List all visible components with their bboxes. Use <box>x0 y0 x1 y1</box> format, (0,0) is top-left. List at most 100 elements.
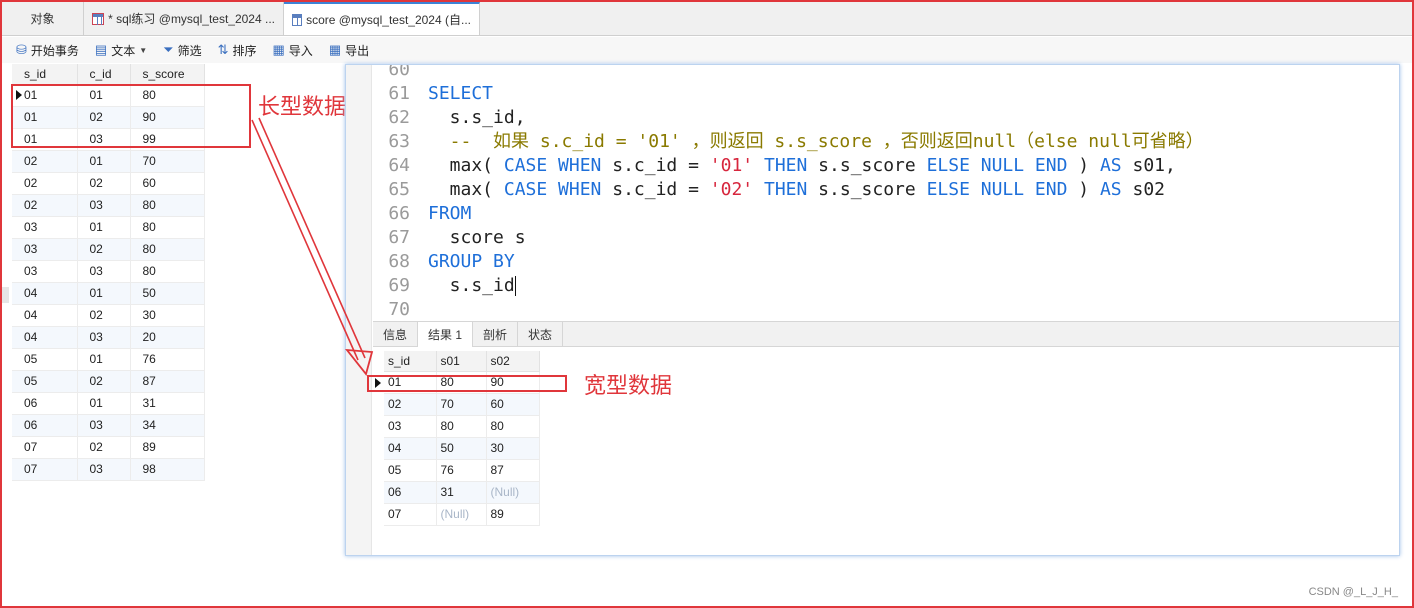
table-row[interactable]: 04 02 30 <box>12 304 205 327</box>
table-cell[interactable]: 80 <box>486 415 540 438</box>
table-cell[interactable]: 80 <box>130 260 205 283</box>
table-cell[interactable]: 04 <box>12 282 78 305</box>
table-row[interactable]: 03 02 80 <box>12 238 205 261</box>
code-line[interactable]: 69 s.s_id <box>376 274 1204 298</box>
code-line[interactable]: 67 score s <box>376 226 1204 250</box>
filter-button[interactable]: ⏷ 筛选 <box>163 42 201 59</box>
table-cell[interactable]: 02 <box>12 150 78 173</box>
table-cell[interactable]: 03 <box>12 260 78 283</box>
tab-score-table[interactable]: score @mysql_test_2024 (自... <box>284 2 480 35</box>
table-row[interactable]: 02 02 60 <box>12 172 205 195</box>
table-cell[interactable]: 03 <box>12 238 78 261</box>
begin-transaction-button[interactable]: ⛁ 开始事务 <box>16 42 79 59</box>
table-cell[interactable]: 03 <box>77 326 131 349</box>
table-cell[interactable]: 06 <box>12 392 78 415</box>
table-cell[interactable]: 06 <box>12 414 78 437</box>
column-header-s-score[interactable]: s_score <box>130 64 205 85</box>
table-cell[interactable]: 02 <box>12 194 78 217</box>
table-cell[interactable]: 03 <box>77 414 131 437</box>
table-cell[interactable]: 06 <box>384 481 437 504</box>
code-line[interactable]: 60 <box>376 65 1204 82</box>
tab-result-1[interactable]: 结果 1 <box>418 322 474 347</box>
table-cell[interactable]: 02 <box>12 172 78 195</box>
table-cell[interactable]: 02 <box>384 393 437 416</box>
table-cell[interactable]: 80 <box>130 216 205 239</box>
column-header-c-id[interactable]: c_id <box>77 64 131 85</box>
table-cell[interactable]: 02 <box>77 370 131 393</box>
table-cell[interactable]: 01 <box>77 150 131 173</box>
table-cell[interactable]: (Null) <box>486 481 540 504</box>
table-cell[interactable]: 80 <box>436 415 487 438</box>
tab-profile[interactable]: 剖析 <box>473 322 519 347</box>
table-cell[interactable]: 76 <box>436 459 487 482</box>
table-cell[interactable]: 20 <box>130 326 205 349</box>
table-row[interactable]: 05 02 87 <box>12 370 205 393</box>
table-cell[interactable]: 31 <box>436 481 487 504</box>
table-cell[interactable]: 04 <box>12 326 78 349</box>
code-line[interactable]: 65 max( CASE WHEN s.c_id = '02' THEN s.s… <box>376 178 1204 202</box>
table-cell[interactable]: 05 <box>384 459 437 482</box>
table-cell[interactable]: 03 <box>12 216 78 239</box>
import-button[interactable]: ▦ 导入 <box>273 42 313 59</box>
tab-status[interactable]: 状态 <box>518 322 564 347</box>
code-line[interactable]: 63 -- 如果 s.c_id = '01' ，则返回 s.s_score ，否… <box>376 130 1203 154</box>
table-cell[interactable]: (Null) <box>436 503 487 526</box>
table-cell[interactable]: 05 <box>12 370 78 393</box>
tab-sql-query[interactable]: * sql练习 @mysql_test_2024 ... <box>84 2 284 35</box>
table-row[interactable]: 06 31 (Null) <box>384 481 540 504</box>
table-row[interactable]: 02 70 60 <box>384 393 540 416</box>
code-line[interactable]: 64 max( CASE WHEN s.c_id = '01' THEN s.s… <box>376 154 1204 178</box>
table-cell[interactable]: 50 <box>436 437 487 460</box>
table-row[interactable]: 07 (Null) 89 <box>384 503 540 526</box>
table-cell[interactable]: 89 <box>486 503 540 526</box>
table-cell[interactable]: 31 <box>130 392 205 415</box>
table-cell[interactable]: 07 <box>384 503 437 526</box>
text-button[interactable]: ▤ 文本 ▼ <box>95 42 147 59</box>
table-cell[interactable]: 60 <box>130 172 205 195</box>
table-cell[interactable]: 30 <box>486 437 540 460</box>
tab-objects[interactable]: 对象 <box>2 2 84 35</box>
table-cell[interactable]: 02 <box>77 238 131 261</box>
table-cell[interactable]: 03 <box>77 194 131 217</box>
table-cell[interactable]: 01 <box>77 216 131 239</box>
table-cell[interactable]: 76 <box>130 348 205 371</box>
table-row[interactable]: 04 03 20 <box>12 326 205 349</box>
table-row[interactable]: 02 03 80 <box>12 194 205 217</box>
table-row[interactable]: 05 76 87 <box>384 459 540 482</box>
table-cell[interactable]: 70 <box>130 150 205 173</box>
table-row[interactable]: 03 01 80 <box>12 216 205 239</box>
table-row[interactable]: 05 01 76 <box>12 348 205 371</box>
table-cell[interactable]: 01 <box>77 348 131 371</box>
column-header-s-id[interactable]: s_id <box>384 351 437 372</box>
table-row[interactable]: 03 80 80 <box>384 415 540 438</box>
table-cell[interactable]: 70 <box>436 393 487 416</box>
table-cell[interactable]: 89 <box>130 436 205 459</box>
table-cell[interactable]: 01 <box>77 282 131 305</box>
table-cell[interactable]: 07 <box>12 436 78 459</box>
table-cell[interactable]: 98 <box>130 458 205 481</box>
table-cell[interactable]: 30 <box>130 304 205 327</box>
table-cell[interactable]: 50 <box>130 282 205 305</box>
table-cell[interactable]: 03 <box>384 415 437 438</box>
table-cell[interactable]: 01 <box>77 392 131 415</box>
table-row[interactable]: 04 50 30 <box>384 437 540 460</box>
table-cell[interactable]: 60 <box>486 393 540 416</box>
column-header-s-id[interactable]: s_id <box>12 64 78 85</box>
table-row[interactable]: 02 01 70 <box>12 150 205 173</box>
export-button[interactable]: ▦ 导出 <box>329 42 369 59</box>
table-row[interactable]: 03 03 80 <box>12 260 205 283</box>
column-header-s02[interactable]: s02 <box>486 351 540 372</box>
table-cell[interactable]: 03 <box>77 458 131 481</box>
table-row[interactable]: 06 03 34 <box>12 414 205 437</box>
table-row[interactable]: 07 02 89 <box>12 436 205 459</box>
table-row[interactable]: 06 01 31 <box>12 392 205 415</box>
table-cell[interactable]: 87 <box>486 459 540 482</box>
table-cell[interactable]: 80 <box>130 238 205 261</box>
table-cell[interactable]: 80 <box>130 194 205 217</box>
table-cell[interactable]: 87 <box>130 370 205 393</box>
sql-code[interactable]: 60 61 SELECT 62 s.s_id, 63 -- 如果 s.c_id = '0… <box>376 65 1204 322</box>
table-row[interactable]: 04 01 50 <box>12 282 205 305</box>
table-cell[interactable]: 34 <box>130 414 205 437</box>
table-cell[interactable]: 04 <box>384 437 437 460</box>
code-line[interactable]: 61 SELECT <box>376 82 1204 106</box>
